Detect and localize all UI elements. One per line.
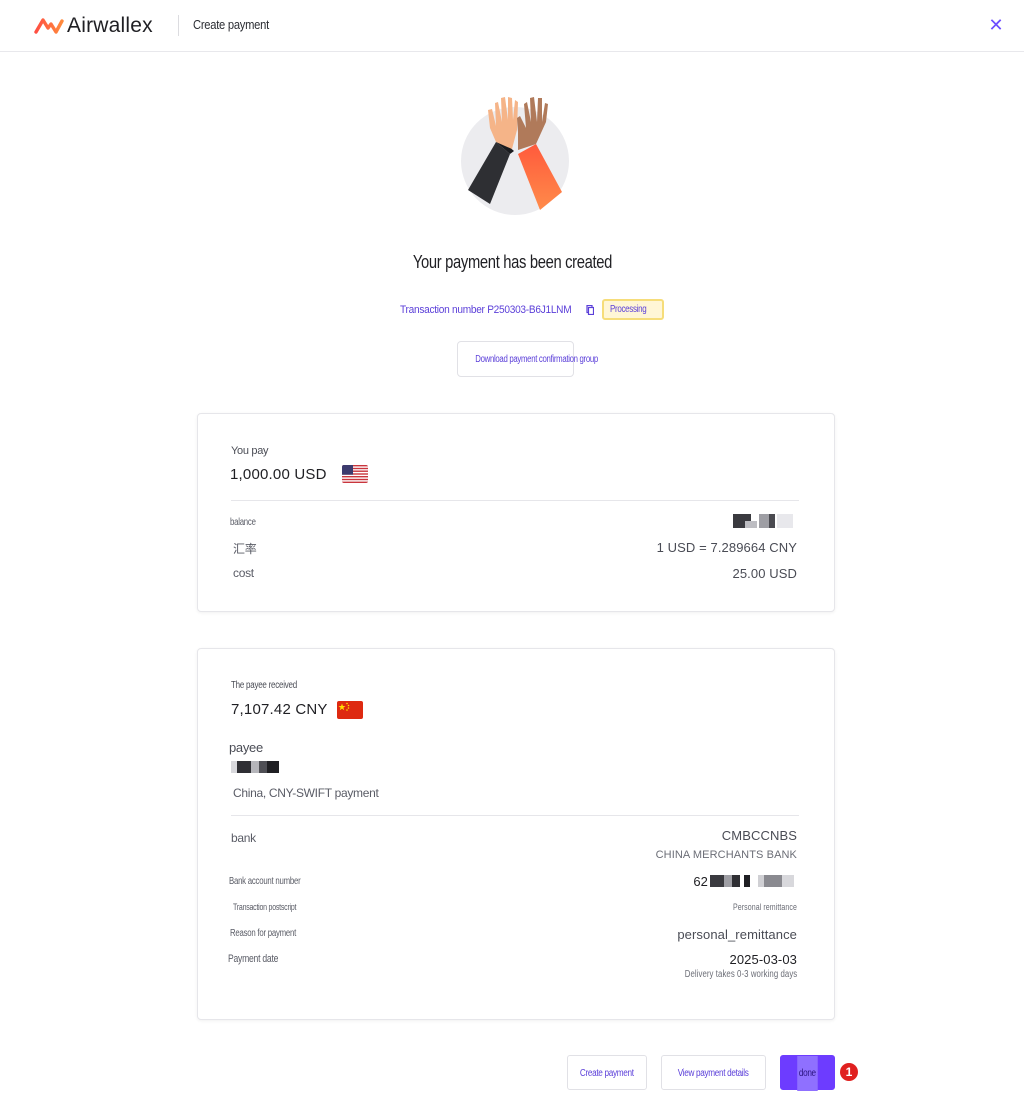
done-button[interactable]: done [780, 1055, 835, 1091]
success-headline: Your payment has been created [412, 252, 612, 272]
high-five-illustration [461, 97, 569, 215]
payee-received-label: The payee received [231, 680, 297, 691]
payment-date-value: 2025-03-03 [729, 952, 797, 967]
payee-name-redacted [231, 761, 281, 773]
account-number-redacted [710, 875, 796, 887]
bank-name: CHINA MERCHANTS BANK [655, 849, 797, 861]
exchange-rate-label: 汇率 [233, 542, 257, 556]
postscript-value: Personal remittance [733, 902, 797, 912]
top-bar: Airwallex Create payment ✕ [0, 0, 1024, 52]
cn-flag-icon [337, 701, 363, 719]
step-marker: 1 [840, 1063, 858, 1081]
us-flag-icon [342, 465, 368, 483]
view-payment-details-button[interactable]: View payment details [661, 1055, 766, 1090]
airwallex-logo-icon [34, 18, 64, 34]
transaction-row: Transaction number P250303-B6J1LNM Proce… [400, 299, 664, 320]
status-badge: Processing [602, 299, 664, 320]
delivery-note: Delivery takes 0-3 working days [684, 969, 797, 980]
transaction-number: Transaction number P250303-B6J1LNM [400, 303, 572, 316]
payee-label: payee [229, 740, 263, 755]
copy-icon[interactable] [586, 304, 595, 315]
received-amount: 7,107.42 CNY [231, 701, 328, 718]
payee-method: China, CNY-SWIFT payment [233, 786, 379, 800]
airwallex-logo[interactable]: Airwallex [34, 13, 153, 39]
bank-label: bank [231, 831, 256, 845]
exchange-rate-value: 1 USD = 7.289664 CNY [656, 540, 797, 555]
close-icon[interactable]: ✕ [987, 16, 1005, 34]
bank-code: CMBCCNBS [721, 828, 797, 843]
payee-summary-card: The payee received 7,107.42 CNY payee Ch… [197, 648, 835, 1020]
account-number-label: Bank account number [229, 876, 301, 887]
reason-value: personal_remittance [677, 927, 797, 942]
pay-divider [231, 500, 799, 501]
balance-redacted [733, 514, 795, 528]
postscript-label: Transaction postscript [233, 902, 297, 912]
payee-divider [231, 815, 799, 816]
create-payment-button[interactable]: Create payment [567, 1055, 647, 1090]
pay-amount: 1,000.00 USD [230, 466, 327, 483]
brand-name: Airwallex [67, 14, 153, 37]
account-number-prefix: 62 [693, 874, 708, 889]
reason-label: Reason for payment [230, 928, 297, 939]
you-pay-label: You pay [231, 445, 269, 457]
header-divider [178, 15, 179, 36]
payment-date-label: Payment date [228, 953, 279, 965]
balance-label: balance [230, 517, 256, 528]
pay-summary-card: You pay 1,000.00 USD balance 汇率 1 USD = … [197, 413, 835, 612]
cost-value: 25.00 USD [732, 566, 797, 581]
page-title: Create payment [193, 17, 269, 32]
cost-label: cost [233, 566, 254, 580]
download-confirmation-button[interactable]: Download payment confirmation group [457, 341, 598, 377]
